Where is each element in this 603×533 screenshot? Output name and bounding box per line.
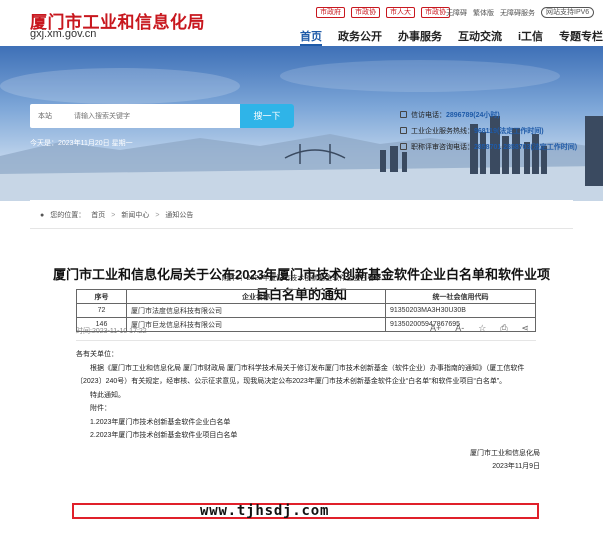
site-header: 厦门市工业和信息化局 gxj.xm.gov.cn 市政府 市政协 市人大 市政协… bbox=[0, 0, 603, 46]
top-link[interactable]: 市政协 bbox=[351, 7, 380, 18]
accessibility-link[interactable]: 无障碍 bbox=[446, 8, 467, 18]
search-button[interactable]: 搜一下 bbox=[240, 104, 294, 128]
sign-org: 厦门市工业和信息化局 bbox=[470, 450, 540, 457]
attachment-link[interactable]: 1.2023年厦门市技术创新基金软件企业白名单 bbox=[76, 416, 546, 430]
breadcrumb-notices[interactable]: 通知公告 bbox=[165, 210, 193, 220]
search-input[interactable] bbox=[74, 106, 224, 126]
col-company: 企业名称 bbox=[126, 289, 386, 304]
breadcrumb-home[interactable]: 首页 bbox=[91, 210, 105, 220]
signature: 厦门市工业和信息化局 2023年11月9日 bbox=[420, 447, 540, 473]
hotlines: 信访电话：2896789(24小时) 工业企业服务热线：968119(法定工作时… bbox=[400, 108, 577, 156]
table-header-row: 序号 企业名称 统一社会信用代码 bbox=[76, 289, 536, 304]
watermark: www.tjhsdj.com bbox=[200, 503, 330, 519]
cell-index: 72 bbox=[76, 303, 127, 318]
phone-icon bbox=[400, 111, 407, 118]
accessibility-links: 无障碍 繁体版 无障碍服务 网站支持IPV6 bbox=[446, 7, 595, 18]
table-row: 72 厦门市法度信息科技有限公司 91350203MA3H30U30B bbox=[76, 303, 536, 318]
closing: 特此通知。 bbox=[90, 391, 125, 399]
breadcrumb-label: 您的位置： bbox=[50, 212, 86, 219]
cell-index: 146 bbox=[76, 317, 127, 332]
cell-credit-code: 913502005947867695 bbox=[385, 317, 536, 332]
attachment-title: 附件1：2023年厦门市技术创新基金软件企业白名单 bbox=[221, 275, 382, 282]
salutation: 各有关单位： bbox=[76, 351, 118, 358]
top-link[interactable]: 市人大 bbox=[386, 7, 415, 18]
divider bbox=[76, 340, 536, 341]
col-index: 序号 bbox=[76, 289, 127, 304]
search-box: 本站 bbox=[30, 104, 240, 128]
nav-i-gongxin[interactable]: i工信 bbox=[518, 28, 543, 46]
nav-gov-affairs[interactable]: 政务公开 bbox=[338, 28, 382, 46]
hotline-industry: 工业企业服务热线：968119(法定工作时间) bbox=[400, 124, 577, 140]
hotline-title-review: 职称评审咨询电话：2858701 2858703(法定工作时间) bbox=[400, 140, 577, 156]
body-paragraph: 根据《厦门市工业和信息化局 厦门市财政局 厦门市科学技术局关于修订发布厦门市技术… bbox=[76, 364, 525, 386]
today-date: 今天是：2023年11月20日 星期一 bbox=[30, 140, 133, 147]
attachment-link[interactable]: 2.2023年厦门市技术创新基金软件业项目白名单 bbox=[76, 429, 546, 443]
sign-date: 2023年11月9日 bbox=[492, 463, 540, 470]
nav-special[interactable]: 专题专栏 bbox=[559, 28, 603, 46]
breadcrumb-sep: > bbox=[155, 211, 160, 219]
cell-credit-code: 91350203MA3H30U30B bbox=[385, 303, 536, 318]
barrier-free-link[interactable]: 无障碍服务 bbox=[500, 8, 535, 18]
divider bbox=[30, 228, 573, 229]
col-credit-code: 统一社会信用代码 bbox=[385, 289, 536, 304]
search-scope-select[interactable]: 本站 bbox=[30, 111, 74, 121]
phone-icon bbox=[400, 143, 407, 150]
nav-services[interactable]: 办事服务 bbox=[398, 28, 442, 46]
article-card: ● 您的位置： 首页 > 新闻中心 > 通知公告 厦门市工业和信息化局关于公布2… bbox=[30, 200, 573, 533]
hotline-petition: 信访电话：2896789(24小时) bbox=[400, 108, 577, 124]
table-row: 146 厦门市巨龙信息科技有限公司 913502005947867695 bbox=[76, 317, 536, 332]
breadcrumb-news[interactable]: 新闻中心 bbox=[121, 210, 149, 220]
whitelist-table: 序号 企业名称 统一社会信用代码 72 厦门市法度信息科技有限公司 913502… bbox=[76, 289, 536, 332]
top-link[interactable]: 市政府 bbox=[316, 7, 345, 18]
city-banner: 本站 搜一下 今天是：2023年11月20日 星期一 信访电话：2896789(… bbox=[0, 46, 603, 201]
cell-company: 厦门市法度信息科技有限公司 bbox=[126, 303, 386, 318]
breadcrumb-sep: > bbox=[111, 211, 116, 219]
cell-company: 厦门市巨龙信息科技有限公司 bbox=[126, 317, 386, 332]
location-icon: ● bbox=[40, 211, 45, 219]
article-body: 各有关单位： 根据《厦门市工业和信息化局 厦门市财政局 厦门市科学技术局关于修订… bbox=[76, 348, 546, 443]
site-domain: gxj.xm.gov.cn bbox=[30, 28, 97, 40]
breadcrumb: ● 您的位置： 首页 > 新闻中心 > 通知公告 bbox=[40, 210, 193, 220]
attachments-label: 附件： bbox=[90, 405, 111, 412]
phone-icon bbox=[400, 127, 407, 134]
nav-interaction[interactable]: 互动交流 bbox=[458, 28, 502, 46]
traditional-link[interactable]: 繁体版 bbox=[473, 8, 494, 18]
nav-home[interactable]: 首页 bbox=[300, 28, 322, 46]
main-nav: 首页 政务公开 办事服务 互动交流 i工信 专题专栏 bbox=[300, 28, 603, 46]
top-links: 市政府 市政协 市人大 市政协 bbox=[316, 7, 450, 18]
ipv6-badge: 网站支持IPV6 bbox=[541, 7, 595, 18]
